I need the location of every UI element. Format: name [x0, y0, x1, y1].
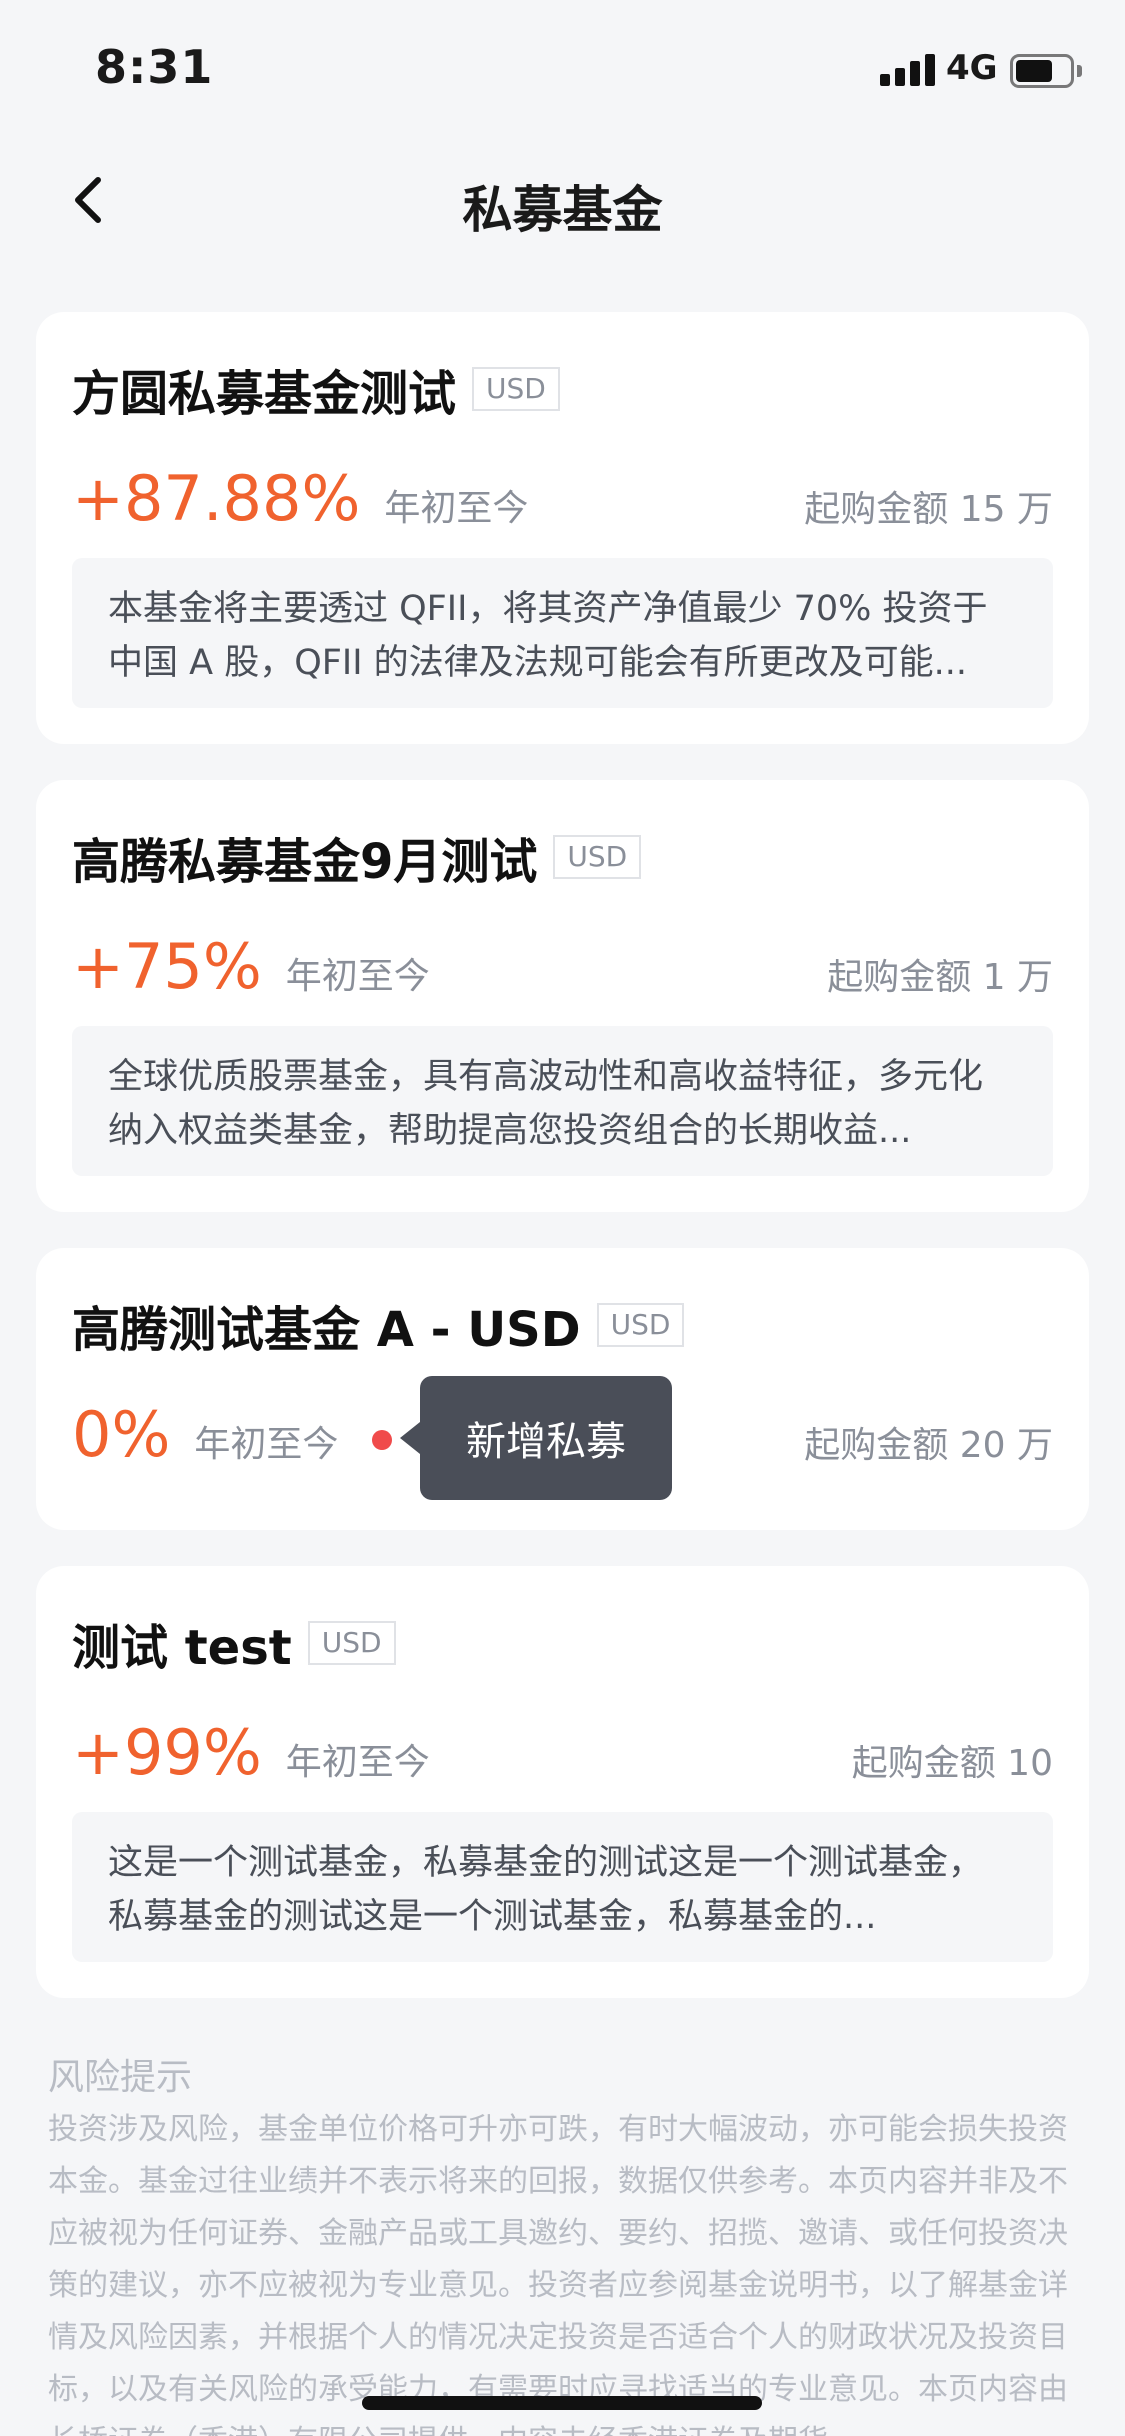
- fund-name: 高腾测试基金 A - USD: [72, 1302, 581, 1358]
- return-value: +87.88%: [72, 462, 361, 535]
- return-row: +99% 年初至今: [72, 1716, 430, 1796]
- risk-title: 风险提示: [48, 2057, 193, 2098]
- currency-tag: USD: [596, 1303, 685, 1347]
- min-amount: 起购金额 10: [851, 1743, 1053, 1784]
- tooltip-arrow: [400, 1422, 420, 1454]
- min-amount: 起购金额 1 万: [827, 957, 1053, 998]
- fund-card[interactable]: 测试 test USD +99% 年初至今 起购金额 10 这是一个测试基金，私…: [36, 1566, 1089, 1998]
- status-time: 8:31: [95, 40, 214, 94]
- currency-tag: USD: [472, 367, 560, 411]
- return-value: 0%: [72, 1398, 171, 1471]
- return-period: 年初至今: [285, 956, 430, 997]
- return-period: 年初至今: [194, 1424, 339, 1465]
- min-amount: 起购金额 20 万: [804, 1425, 1053, 1466]
- fund-title-row: 高腾私募基金9月测试 USD: [72, 822, 642, 892]
- return-period: 年初至今: [285, 1742, 430, 1783]
- description-box: 全球优质股票基金，具有高波动性和高收益特征，多元化纳入权益类基金，帮助提高您投资…: [72, 1026, 1053, 1176]
- description-box: 本基金将主要透过 QFII，将其资产净值最少 70% 投资于中国 A 股，QFI…: [72, 558, 1053, 708]
- battery-icon: [1010, 54, 1082, 88]
- fund-title-row: 方圆私募基金测试 USD: [72, 354, 560, 424]
- fund-card[interactable]: 方圆私募基金测试 USD +87.88% 年初至今 起购金额 15 万 本基金将…: [36, 312, 1089, 744]
- return-row: 0% 年初至今: [72, 1398, 338, 1478]
- return-row: +87.88% 年初至今: [72, 462, 528, 542]
- fund-title-row: 高腾测试基金 A - USD USD: [72, 1290, 685, 1360]
- nav-bar: 私募基金: [0, 140, 1125, 260]
- fund-description: 这是一个测试基金，私募基金的测试这是一个测试基金，私募基金的测试这是一个测试基金…: [108, 1843, 984, 1937]
- risk-text: 投资涉及风险，基金单位价格可升亦可跌，有时大幅波动，亦可能会损失投资本金。基金过…: [48, 2112, 1068, 2436]
- return-period: 年初至今: [384, 488, 529, 529]
- fund-name: 高腾私募基金9月测试: [72, 834, 538, 890]
- status-bar: 8:31 4G: [0, 0, 1125, 140]
- fund-description: 全球优质股票基金，具有高波动性和高收益特征，多元化纳入权益类基金，帮助提高您投资…: [108, 1057, 984, 1151]
- currency-tag: USD: [307, 1621, 396, 1665]
- return-row: +75% 年初至今: [72, 930, 430, 1010]
- currency-tag: USD: [553, 835, 642, 879]
- page-title: 私募基金: [462, 181, 663, 239]
- fund-description: 本基金将主要透过 QFII，将其资产净值最少 70% 投资于中国 A 股，QFI…: [108, 589, 988, 683]
- signal-icon: [880, 54, 936, 86]
- fund-name: 测试 test: [72, 1620, 292, 1676]
- private-fund-page: 8:31 4G 私募基金 方圆私募基金测试 USD +87.88% 年初至今 起…: [0, 0, 1125, 2436]
- fund-name: 方圆私募基金测试: [72, 366, 457, 422]
- fund-title-row: 测试 test USD: [72, 1608, 396, 1678]
- new-indicator-dot: [372, 1430, 392, 1450]
- new-fund-tooltip[interactable]: 新增私募: [420, 1376, 672, 1500]
- description-box: 这是一个测试基金，私募基金的测试这是一个测试基金，私募基金的测试这是一个测试基金…: [72, 1812, 1053, 1962]
- tooltip-text: 新增私募: [466, 1419, 626, 1465]
- home-indicator[interactable]: [362, 2396, 762, 2410]
- fund-card[interactable]: 高腾私募基金9月测试 USD +75% 年初至今 起购金额 1 万 全球优质股票…: [36, 780, 1089, 1212]
- min-amount: 起购金额 15 万: [804, 489, 1053, 530]
- return-value: +75%: [72, 930, 262, 1003]
- network-label: 4G: [946, 48, 998, 88]
- return-value: +99%: [72, 1716, 262, 1789]
